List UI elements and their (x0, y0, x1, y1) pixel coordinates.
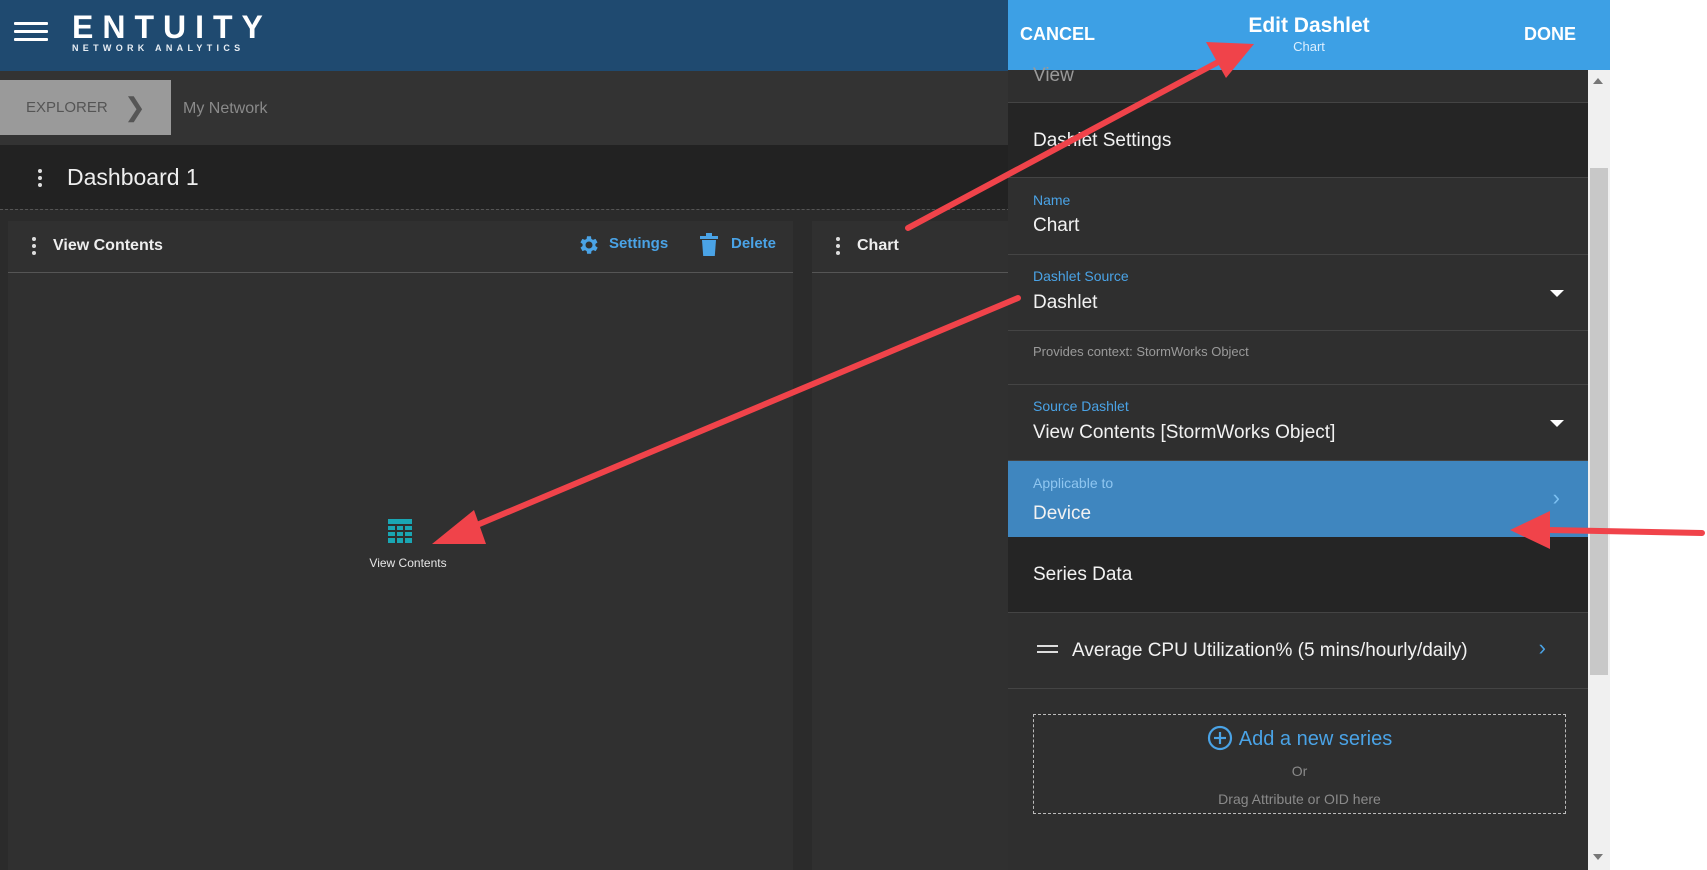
panel-title: Edit Dashlet (1248, 14, 1370, 37)
section-view-title: View (1033, 65, 1074, 86)
panel-scrollbar[interactable] (1588, 70, 1610, 870)
source-dashlet-select[interactable]: Source Dashlet View Contents [StormWorks… (1008, 385, 1588, 461)
brand-tagline: NETWORK ANALYTICS (72, 43, 245, 53)
dashlet-title: Chart (857, 237, 899, 254)
name-field[interactable]: Name Chart (1008, 178, 1588, 255)
dashlet-view-contents: View Contents Settings Delete View Conte… (8, 221, 793, 870)
name-label: Name (1033, 192, 1071, 208)
delete-button[interactable]: Delete (731, 235, 776, 252)
trash-icon[interactable] (698, 233, 720, 257)
add-circle-icon (1207, 725, 1232, 751)
drag-handle-icon[interactable] (1037, 645, 1058, 655)
dashlet-header: Chart (812, 221, 1032, 273)
dashlet-source-select[interactable]: Dashlet Source Dashlet (1008, 255, 1588, 331)
chevron-right-icon: ❯ (124, 92, 146, 122)
chevron-right-icon[interactable]: › (1539, 635, 1546, 661)
context-note: Provides context: StormWorks Object (1033, 344, 1249, 359)
dashboard-menu-icon[interactable] (38, 169, 42, 190)
panel-subtitle: Chart (1293, 39, 1325, 54)
chevron-down-icon[interactable] (1550, 290, 1564, 297)
dashlet-title: View Contents (53, 237, 163, 254)
dashboard-title: Dashboard 1 (67, 164, 199, 190)
applicable-to-row[interactable]: Applicable to Device › (1008, 461, 1588, 538)
series-item[interactable]: Average CPU Utilization% (5 mins/hourly/… (1008, 613, 1588, 689)
explorer-button[interactable]: EXPLORER ❯ (0, 80, 171, 135)
source-dashlet-label: Source Dashlet (1033, 398, 1129, 414)
section-dashlet-settings[interactable]: Dashlet Settings (1008, 103, 1588, 178)
scroll-down-icon[interactable] (1593, 854, 1603, 860)
add-series-label: Add a new series (1238, 728, 1393, 750)
dashlet-menu-icon[interactable] (836, 237, 840, 258)
name-value[interactable]: Chart (1033, 215, 1079, 237)
breadcrumb-item-my-network[interactable]: My Network (183, 100, 267, 118)
dashlet-source-value: Dashlet (1033, 292, 1098, 313)
chevron-right-icon[interactable]: › (1553, 485, 1560, 511)
dashlet-menu-icon[interactable] (32, 237, 36, 258)
series-data-title: Series Data (1033, 564, 1133, 585)
dashlet-settings-title: Dashlet Settings (1033, 130, 1172, 151)
dashboard-grid: View Contents Settings Delete View Conte… (0, 209, 1032, 870)
chevron-down-icon[interactable] (1550, 420, 1564, 427)
series-item-label: Average CPU Utilization% (5 mins/hourly/… (1072, 640, 1468, 661)
dashlet-header: View Contents Settings Delete (8, 221, 793, 273)
context-note-row: Provides context: StormWorks Object (1008, 331, 1588, 385)
brand-name: ENTUITY (72, 9, 272, 45)
breadcrumb: EXPLORER ❯ My Network (0, 71, 1010, 145)
app-window: ENTUITY NETWORK ANALYTICS EXPLORER ❯ My … (0, 0, 1610, 870)
explorer-label: EXPLORER (26, 99, 108, 116)
gear-icon[interactable] (576, 233, 600, 257)
section-view[interactable]: View (1008, 65, 1588, 103)
section-series-data[interactable]: Series Data (1008, 537, 1588, 613)
add-series-dropzone[interactable]: Add a new series Or Drag Attribute or OI… (1033, 714, 1566, 814)
background-strip (1610, 0, 1707, 870)
done-button[interactable]: DONE (1524, 24, 1576, 45)
settings-button[interactable]: Settings (609, 235, 668, 252)
entuity-logo: ENTUITY NETWORK ANALYTICS (72, 10, 272, 53)
add-series-button[interactable]: Add a new series (1034, 725, 1565, 751)
table-grid-icon[interactable] (387, 518, 413, 544)
dashlet-source-label: Dashlet Source (1033, 268, 1129, 284)
hamburger-menu-icon[interactable] (14, 17, 48, 45)
source-dashlet-value: View Contents [StormWorks Object] (1033, 422, 1336, 443)
edit-dashlet-panel: CANCEL Edit Dashlet Chart DONE View Dash… (1008, 0, 1610, 870)
applicable-to-value: Device (1033, 503, 1092, 524)
or-label: Or (1291, 763, 1308, 779)
view-contents-label: View Contents (369, 556, 447, 570)
scrollbar-thumb[interactable] (1590, 168, 1608, 675)
drag-hint: Drag Attribute or OID here (1218, 791, 1381, 807)
panel-header: CANCEL Edit Dashlet Chart DONE (1008, 0, 1610, 70)
applicable-to-label: Applicable to (1033, 475, 1114, 491)
scroll-up-icon[interactable] (1593, 78, 1603, 84)
dashlet-chart: Chart (812, 221, 1032, 870)
dashboard-header: Dashboard 1 (0, 145, 1010, 209)
